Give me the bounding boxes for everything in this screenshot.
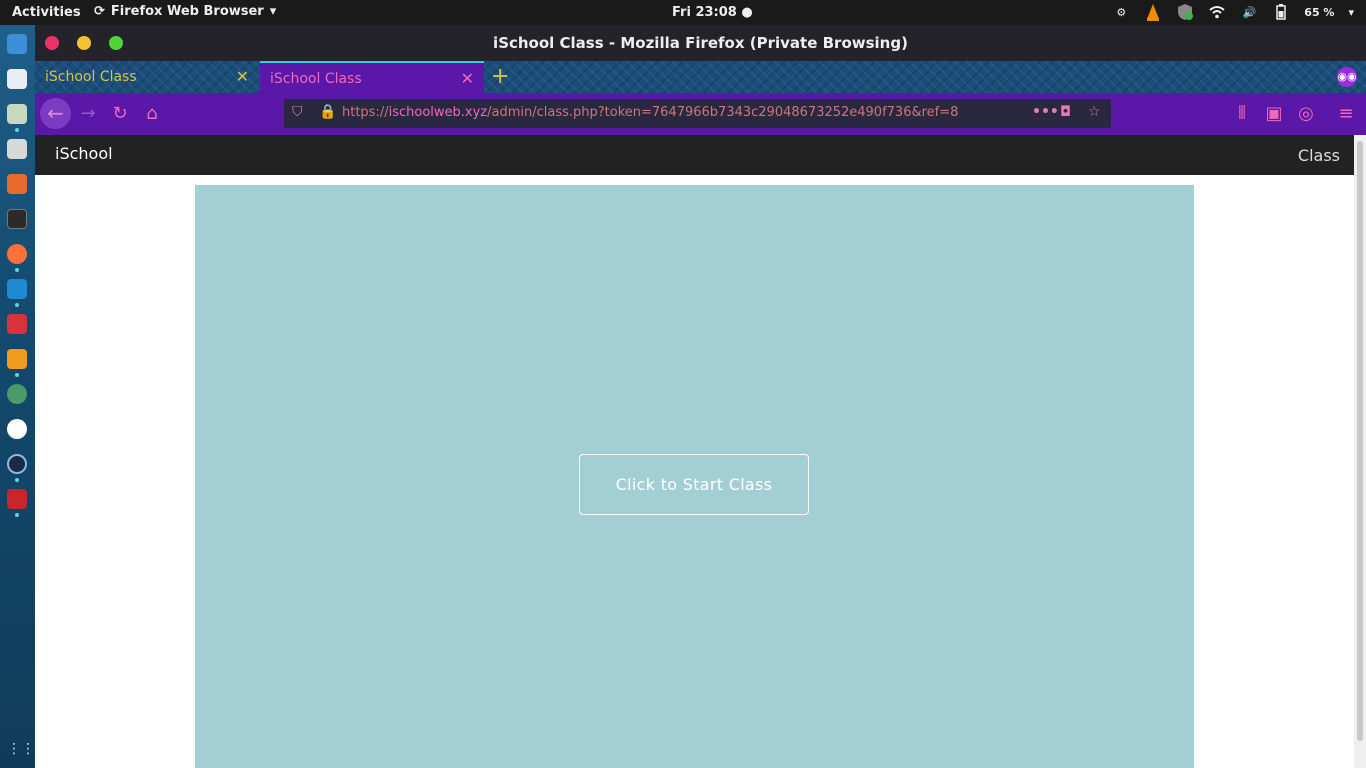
app-icon[interactable] bbox=[7, 454, 27, 474]
tab-bar: iSchool Class ✕ iSchool Class ✕ + ◉◉ bbox=[35, 61, 1366, 93]
scrollbar-thumb[interactable] bbox=[1357, 141, 1363, 741]
document-icon[interactable] bbox=[7, 69, 27, 89]
close-icon[interactable]: ✕ bbox=[461, 69, 474, 88]
slack-icon[interactable] bbox=[7, 419, 27, 439]
running-indicator bbox=[15, 373, 19, 377]
nav-link-class[interactable]: Class bbox=[1298, 146, 1340, 165]
scrollbar[interactable] bbox=[1354, 135, 1366, 768]
url-text[interactable]: https://ischoolweb.xyz/admin/class.php?t… bbox=[342, 105, 958, 120]
filezilla-icon[interactable] bbox=[7, 489, 27, 509]
running-indicator bbox=[15, 303, 19, 307]
app-icon[interactable] bbox=[7, 104, 27, 124]
sidebar-icon[interactable]: ▣ bbox=[1261, 101, 1287, 127]
volume-icon[interactable]: 🔊 bbox=[1240, 3, 1258, 21]
page-actions-icon[interactable]: ••• bbox=[1032, 104, 1059, 120]
app-icon[interactable] bbox=[7, 384, 27, 404]
menu-icon[interactable]: ≡ bbox=[1333, 101, 1359, 127]
navigation-bar: ← → ↻ ⌂ ⛉ 🔒 https://ischoolweb.xyz/admin… bbox=[35, 93, 1366, 135]
tab-ischool-class-1[interactable]: iSchool Class ✕ bbox=[35, 61, 259, 93]
sublime-icon[interactable] bbox=[7, 349, 27, 369]
firefox-icon: ⟳ bbox=[94, 4, 105, 19]
vlc-icon[interactable] bbox=[1144, 3, 1162, 21]
tab-ischool-class-2[interactable]: iSchool Class ✕ bbox=[260, 61, 484, 93]
chevron-down-icon: ▾ bbox=[1348, 5, 1354, 19]
clock[interactable]: Fri 23:08 ● bbox=[672, 5, 753, 20]
chevron-down-icon: ▾ bbox=[269, 4, 277, 19]
tab-label: iSchool Class bbox=[45, 69, 137, 85]
tracking-shield-icon[interactable]: ⛉ bbox=[292, 104, 303, 120]
battery-percent: 65 % bbox=[1304, 5, 1335, 19]
vscode-icon[interactable] bbox=[7, 279, 27, 299]
page-content: iSchool Class Click to Start Class bbox=[35, 135, 1354, 768]
firefox-icon[interactable] bbox=[7, 244, 27, 264]
browser-window: iSchool Class - Mozilla Firefox (Private… bbox=[35, 25, 1366, 768]
url-bar[interactable]: ⛉ 🔒 https://ischoolweb.xyz/admin/class.p… bbox=[284, 99, 1111, 128]
running-indicator bbox=[15, 268, 19, 272]
battery-icon[interactable] bbox=[1272, 3, 1290, 21]
system-tray[interactable]: ⚙ 🔊 65 % ▾ bbox=[1112, 3, 1354, 21]
app-menu[interactable]: ⟳ Firefox Web Browser ▾ bbox=[94, 4, 276, 19]
back-button[interactable]: ← bbox=[40, 98, 71, 129]
window-title: iSchool Class - Mozilla Firefox (Private… bbox=[493, 34, 908, 52]
lock-icon[interactable]: 🔒 bbox=[319, 104, 336, 120]
tab-label: iSchool Class bbox=[270, 71, 362, 87]
accessibility-icon[interactable]: ⚙ bbox=[1112, 3, 1130, 21]
class-stage: Click to Start Class bbox=[195, 185, 1194, 768]
dock: ⋮⋮ bbox=[0, 25, 35, 768]
terminal-icon[interactable] bbox=[7, 209, 27, 229]
running-indicator bbox=[15, 513, 19, 517]
bookmark-star-icon[interactable]: ☆ bbox=[1088, 104, 1101, 120]
account-icon[interactable]: ◎ bbox=[1293, 101, 1319, 127]
running-indicator bbox=[15, 128, 19, 132]
title-bar: iSchool Class - Mozilla Firefox (Private… bbox=[35, 25, 1366, 61]
file-manager-icon[interactable] bbox=[7, 139, 27, 159]
private-browsing-icon: ◉◉ bbox=[1337, 67, 1357, 87]
reload-button[interactable]: ↻ bbox=[107, 101, 133, 127]
files-icon[interactable] bbox=[7, 34, 27, 54]
activities-button[interactable]: Activities bbox=[12, 5, 81, 20]
wifi-icon[interactable] bbox=[1208, 3, 1226, 21]
running-indicator bbox=[15, 478, 19, 482]
new-tab-button[interactable]: + bbox=[491, 64, 509, 89]
library-icon[interactable]: ⫴ bbox=[1229, 101, 1255, 127]
app-menu-label: Firefox Web Browser bbox=[110, 4, 264, 19]
home-button[interactable]: ⌂ bbox=[139, 101, 165, 127]
start-class-button[interactable]: Click to Start Class bbox=[579, 454, 809, 515]
forward-button[interactable]: → bbox=[75, 101, 101, 127]
system-top-bar: Activities ⟳ Firefox Web Browser ▾ Fri 2… bbox=[0, 0, 1366, 25]
close-icon[interactable]: ✕ bbox=[236, 67, 249, 86]
shield-icon[interactable] bbox=[1176, 3, 1194, 21]
pocket-icon[interactable]: ◘ bbox=[1060, 104, 1071, 120]
site-navbar: iSchool Class bbox=[35, 135, 1354, 175]
show-apps-icon[interactable]: ⋮⋮ bbox=[7, 741, 35, 761]
software-center-icon[interactable] bbox=[7, 174, 27, 194]
terminal-red-icon[interactable] bbox=[7, 314, 27, 334]
site-brand[interactable]: iSchool bbox=[55, 144, 113, 163]
